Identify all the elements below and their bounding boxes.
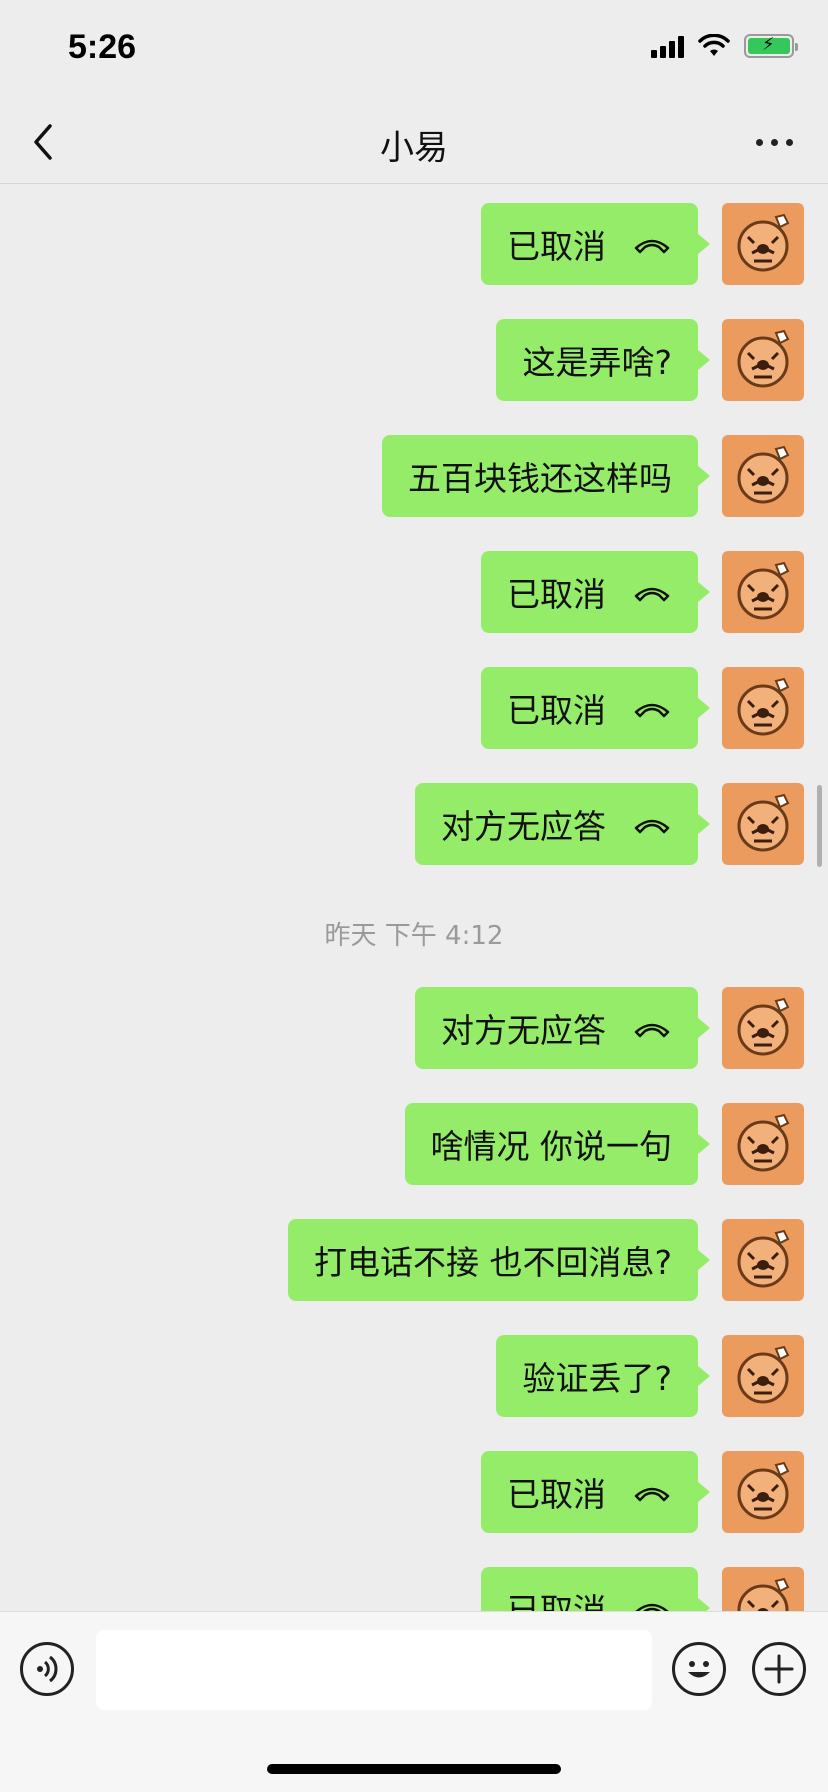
avatar[interactable] <box>722 987 804 1069</box>
message-row: 已取消 <box>481 551 804 633</box>
hangup-icon <box>634 703 670 718</box>
more-button[interactable] <box>756 128 800 156</box>
charging-bolt-icon: ⚡ <box>762 34 775 55</box>
more-dots-icon <box>756 138 763 146</box>
call-record-bubble[interactable]: 已取消 <box>481 1567 710 1611</box>
wifi-icon <box>698 34 730 56</box>
avatar[interactable] <box>722 203 804 285</box>
call-record-bubble[interactable]: 已取消 <box>481 203 710 285</box>
message-row: 已取消 <box>481 1451 804 1533</box>
status-icons: ⚡ <box>651 34 798 58</box>
voice-icon <box>37 1655 58 1683</box>
hangup-icon <box>634 239 670 254</box>
message-row: 打电话不接 也不回消息? <box>287 1219 804 1301</box>
message-text: 已取消 <box>507 691 606 730</box>
message-bubble[interactable]: 这是弄啥? <box>496 319 710 401</box>
plus-icon <box>764 1654 794 1684</box>
timestamp-divider: 昨天 下午 4:12 <box>324 921 504 951</box>
message-row: 已取消 <box>481 1567 804 1611</box>
avatar[interactable] <box>722 319 804 401</box>
message-row: 对方无应答 <box>415 783 804 865</box>
status-bar: 5:26 ⚡ <box>0 0 828 100</box>
home-indicator[interactable] <box>267 1764 561 1774</box>
message-text: 打电话不接 也不回消息? <box>313 1243 672 1282</box>
avatar[interactable] <box>722 1219 804 1301</box>
message-text: 已取消 <box>507 575 606 614</box>
message-text: 这是弄啥? <box>522 343 672 382</box>
emoji-icon <box>688 1661 710 1678</box>
hangup-icon <box>634 1487 670 1502</box>
status-time: 5:26 <box>68 28 137 66</box>
hangup-icon <box>634 1023 670 1038</box>
hangup-icon <box>635 1603 669 1611</box>
chat-title: 小易 <box>380 128 448 168</box>
message-text: 对方无应答 <box>441 807 606 846</box>
message-row: 这是弄啥? <box>496 319 804 401</box>
call-record-bubble[interactable]: 已取消 <box>481 551 710 633</box>
call-record-bubble[interactable]: 对方无应答 <box>415 783 710 865</box>
message-input[interactable] <box>96 1630 652 1710</box>
plus-button[interactable] <box>752 1642 806 1696</box>
message-text: 对方无应答 <box>441 1011 606 1050</box>
message-bubble[interactable]: 验证丢了? <box>496 1335 710 1417</box>
avatar[interactable] <box>722 783 804 865</box>
avatar[interactable] <box>722 1451 804 1533</box>
nav-bar: 小易 <box>0 100 828 184</box>
message-text: 五百块钱还这样吗 <box>408 459 672 498</box>
scrollbar-thumb[interactable] <box>817 785 822 867</box>
message-text: 已取消 <box>507 1591 606 1611</box>
message-text: 啥情况 你说一句 <box>430 1127 673 1166</box>
cellular-signal-icon <box>651 34 684 58</box>
call-record-bubble[interactable]: 对方无应答 <box>415 987 710 1069</box>
call-record-bubble[interactable]: 已取消 <box>481 667 710 749</box>
avatar[interactable] <box>722 1103 804 1185</box>
message-text: 验证丢了? <box>522 1359 672 1398</box>
avatar[interactable] <box>722 667 804 749</box>
chat-area[interactable]: 已取消 这是弄啥? 五百块钱还这样吗 已取消 已取消 对方无应答 对方无应答 啥情况 你说一句… <box>0 185 828 1611</box>
message-row: 已取消 <box>481 203 804 285</box>
message-text: 已取消 <box>507 227 606 266</box>
avatar[interactable] <box>722 1567 804 1611</box>
call-record-bubble[interactable]: 已取消 <box>481 1451 710 1533</box>
voice-button[interactable] <box>20 1642 74 1696</box>
avatar[interactable] <box>722 1335 804 1417</box>
battery-icon: ⚡ <box>744 34 798 58</box>
message-row: 验证丢了? <box>496 1335 804 1417</box>
avatar[interactable] <box>722 551 804 633</box>
hangup-icon <box>634 819 670 834</box>
message-row: 对方无应答 <box>415 987 804 1069</box>
hangup-icon <box>634 587 670 602</box>
message-bubble[interactable]: 啥情况 你说一句 <box>404 1103 710 1185</box>
message-row: 五百块钱还这样吗 <box>382 435 804 517</box>
avatar[interactable] <box>722 435 804 517</box>
message-row: 啥情况 你说一句 <box>404 1103 804 1185</box>
message-bubble[interactable]: 打电话不接 也不回消息? <box>287 1219 711 1301</box>
message-row: 已取消 <box>481 667 804 749</box>
message-text: 已取消 <box>507 1475 606 1514</box>
message-bubble[interactable]: 五百块钱还这样吗 <box>382 435 710 517</box>
emoji-button[interactable] <box>672 1642 726 1696</box>
